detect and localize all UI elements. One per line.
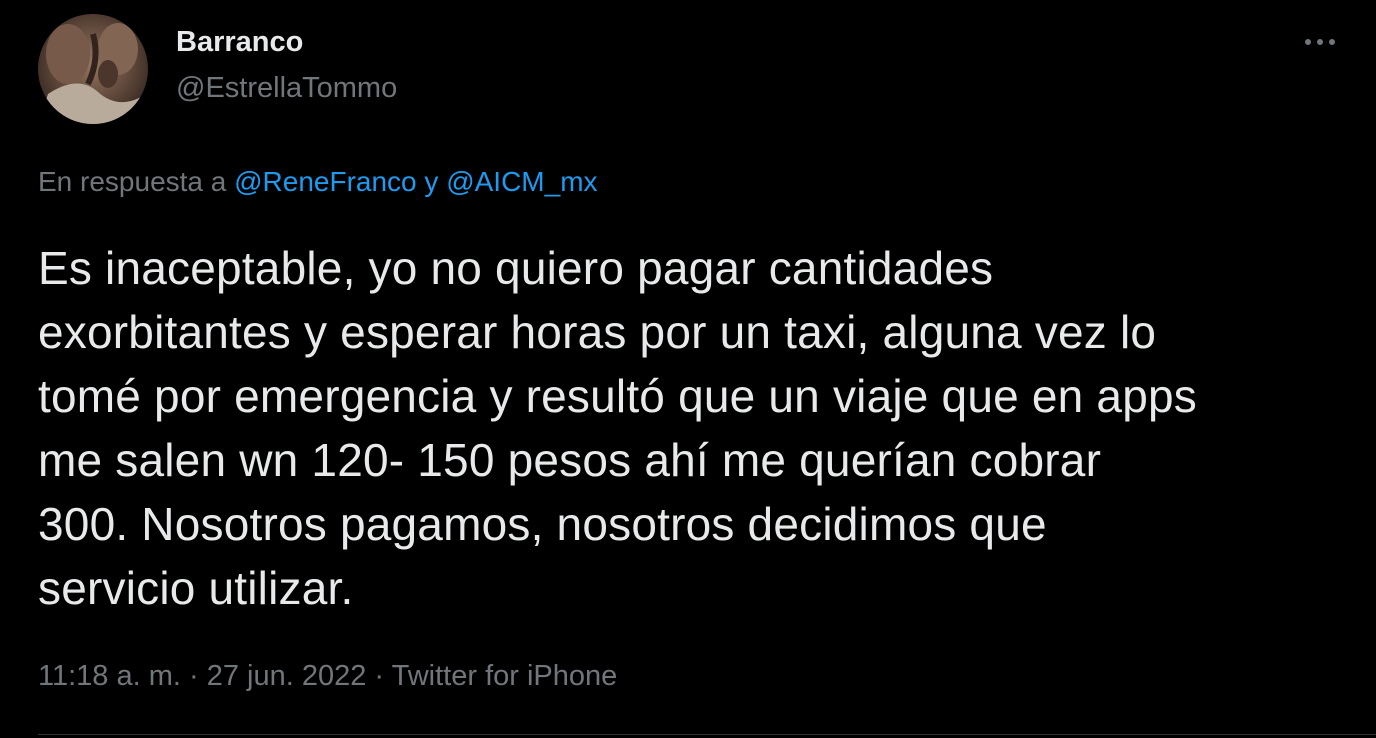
- tweet-text-line: me salen wn 120- 150 pesos ahí me quería…: [38, 434, 1102, 486]
- profile-photo-avatar-icon: [38, 14, 148, 124]
- meta-separator: ·: [180, 660, 207, 692]
- more-options-button[interactable]: [1296, 26, 1344, 58]
- tweet-source-link[interactable]: Twitter for iPhone: [392, 660, 618, 692]
- tweet-text: Es inaceptable, yo no quiero pagar canti…: [38, 236, 1348, 620]
- tweet-text-line: tomé por emergencia y resultó que un via…: [38, 370, 1197, 422]
- tweet-detail: Barranco @EstrellaTommo En respuesta a @…: [0, 0, 1376, 738]
- more-horizontal-icon: [1305, 39, 1335, 45]
- tweet-text-line: exorbitantes y esperar horas por un taxi…: [38, 306, 1157, 358]
- mention-renefranco-link[interactable]: @ReneFranco: [234, 166, 417, 197]
- tweet-text-line: servicio utilizar.: [38, 562, 354, 614]
- user-avatar[interactable]: [38, 14, 148, 124]
- tweet-text-line: 300. Nosotros pagamos, nosotros decidimo…: [38, 498, 1047, 550]
- reply-context: En respuesta a @ReneFranco y @AICM_mx: [38, 164, 598, 200]
- tweet-metadata: 11:18 a. m. · 27 jun. 2022 · Twitter for…: [38, 657, 617, 695]
- reply-joiner: y: [416, 166, 447, 197]
- mention-aicm-link[interactable]: @AICM_mx: [446, 166, 597, 197]
- user-display-name[interactable]: Barranco: [176, 24, 303, 60]
- meta-separator: ·: [366, 660, 392, 692]
- tweet-text-line: Es inaceptable, yo no quiero pagar canti…: [38, 242, 994, 294]
- user-handle[interactable]: @EstrellaTommo: [176, 70, 397, 106]
- tweet-time-link[interactable]: 11:18 a. m.: [38, 660, 181, 692]
- tweet-date-link[interactable]: 27 jun. 2022: [207, 660, 367, 692]
- divider: [38, 734, 1376, 735]
- reply-prefix: En respuesta a: [38, 166, 235, 197]
